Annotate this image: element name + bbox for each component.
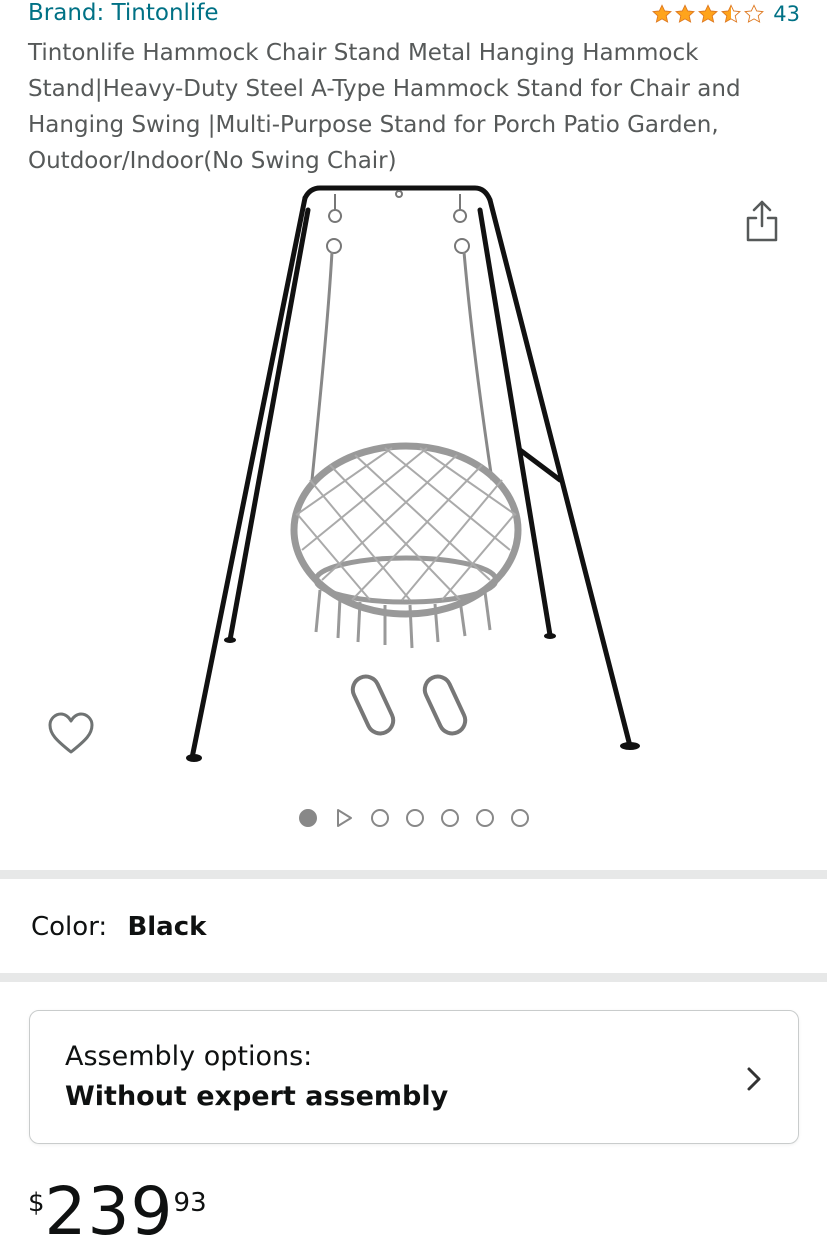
star-icon (675, 4, 696, 23)
share-icon[interactable] (742, 196, 782, 246)
price-symbol: $ (28, 1188, 45, 1218)
color-label: Color: (31, 912, 108, 942)
assembly-label: Assembly options: (65, 1041, 313, 1072)
empty-star-icon (744, 4, 765, 23)
product-title: Tintonlife Hammock Chair Stand Metal Han… (28, 40, 741, 174)
play-icon[interactable] (334, 808, 354, 828)
price-whole: 239 (44, 1173, 174, 1248)
chevron-right-icon (747, 1067, 761, 1091)
carousel-dot[interactable] (298, 809, 317, 827)
section-divider (0, 870, 827, 879)
product-page: Brand: Tintonlife 43 Tintonlife Hammock … (0, 0, 827, 1248)
star-rating (651, 3, 765, 25)
carousel-dot[interactable] (405, 809, 424, 827)
price-fraction: 93 (173, 1188, 207, 1218)
carousel-dot[interactable] (475, 809, 494, 827)
image-carousel-dots (0, 806, 827, 830)
rating-count: 43 (773, 2, 800, 26)
star-icon (698, 4, 719, 23)
carousel-dot[interactable] (440, 809, 459, 827)
section-divider (0, 973, 827, 982)
assembly-options-button[interactable]: Assembly options: Without expert assembl… (29, 1010, 799, 1144)
color-selector: Color: Black (31, 912, 206, 942)
product-image[interactable] (180, 180, 650, 780)
color-value: Black (127, 912, 207, 942)
price: $ 239 93 (28, 1176, 207, 1248)
star-icon (652, 4, 673, 23)
carousel-dot[interactable] (510, 809, 529, 827)
rating-summary[interactable]: 43 (651, 2, 800, 26)
heart-icon[interactable] (46, 710, 96, 758)
half-star-icon (721, 4, 742, 23)
assembly-value: Without expert assembly (65, 1081, 449, 1112)
brand-link[interactable]: Brand: Tintonlife (28, 0, 219, 26)
carousel-dot[interactable] (370, 809, 389, 827)
